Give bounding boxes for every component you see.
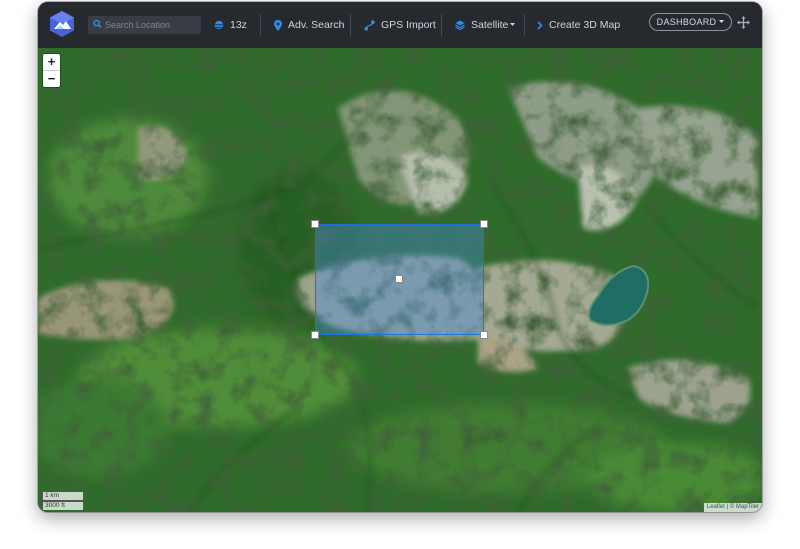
map-attribution[interactable]: Leaflet | © MapTiler [703, 503, 762, 512]
toolbar: 13z Adv. Search GPS Import [38, 2, 762, 48]
toolbar-divider [524, 14, 525, 36]
adv-search-label: Adv. Search [288, 19, 345, 31]
adv-search-button[interactable]: Adv. Search [274, 16, 344, 34]
scale-ft: 3000 ft [42, 501, 84, 510]
app-window: 13z Adv. Search GPS Import [38, 2, 762, 512]
create-3d-map-button[interactable]: Create 3D Map [537, 16, 620, 34]
dashboard-button[interactable]: DASHBOARD [649, 13, 732, 31]
chevron-right-icon [537, 20, 543, 30]
resize-handle-bottom-right[interactable] [480, 331, 488, 339]
layer-dropdown[interactable]: Satellite [455, 16, 516, 34]
zoom-level-control[interactable]: 13z [214, 16, 247, 34]
globe-icon [214, 20, 224, 30]
resize-handle-top-right[interactable] [480, 220, 488, 228]
zoom-control: + − [43, 54, 60, 87]
scale-bar: 1 km 3000 ft [42, 492, 84, 510]
satellite-map[interactable]: + − 1 km 3000 ft Leaflet | © MapTiler [38, 48, 762, 512]
toolbar-divider [260, 14, 261, 36]
pin-icon [274, 19, 282, 31]
create-3d-map-label: Create 3D Map [549, 19, 621, 31]
toolbar-divider [441, 14, 442, 36]
zoom-out-button[interactable]: − [43, 70, 60, 87]
resize-handle-bottom-left[interactable] [311, 331, 319, 339]
gps-import-button[interactable]: GPS Import [364, 16, 436, 34]
toolbar-divider [350, 14, 351, 36]
search-icon [93, 19, 102, 29]
search-input[interactable] [105, 16, 197, 34]
layer-label: Satellite [471, 19, 509, 31]
dashboard-label: DASHBOARD [656, 17, 717, 27]
logo-icon[interactable] [48, 10, 76, 38]
scale-km: 1 km [42, 492, 84, 501]
resize-handle-top-left[interactable] [311, 220, 319, 228]
route-icon [364, 19, 375, 31]
caret-down-icon [719, 20, 725, 23]
move-handle-center[interactable] [395, 275, 403, 283]
move-icon[interactable] [737, 16, 750, 29]
layers-icon [455, 20, 465, 30]
caret-down-icon [510, 23, 516, 26]
gps-import-label: GPS Import [381, 19, 436, 31]
selection-rectangle[interactable] [311, 220, 488, 339]
search-box[interactable] [88, 16, 201, 34]
zoom-level-label: 13z [230, 19, 247, 31]
zoom-in-button[interactable]: + [43, 54, 60, 70]
